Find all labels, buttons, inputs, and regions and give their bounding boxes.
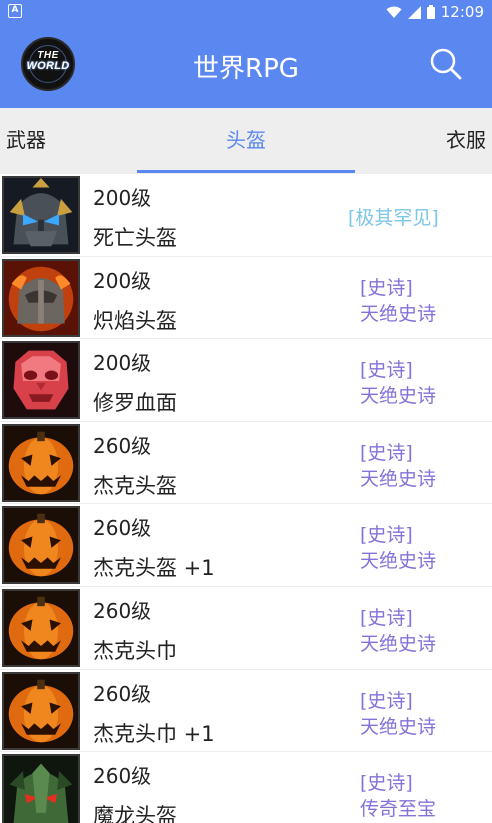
status-bar: A 12:09 — [0, 0, 492, 24]
item-rarity-subtitle: 天绝史诗 — [360, 385, 437, 408]
list-item[interactable]: 200级 死亡头盔 [极其罕见] — [0, 174, 492, 257]
item-name: 死亡头盔 — [93, 226, 177, 250]
item-rarity: [史诗] — [360, 689, 413, 712]
item-list: 200级 死亡头盔 [极其罕见] 200级 炽焰头盔 [史诗] 天绝史诗 200… — [0, 174, 492, 823]
list-item[interactable]: 260级 杰克头盔 [史诗] 天绝史诗 — [0, 422, 492, 505]
item-level: 200级 — [93, 186, 152, 210]
item-name: 炽焰头盔 — [93, 308, 177, 333]
clock: 12:09 — [440, 3, 484, 21]
item-rarity: [史诗] — [360, 772, 413, 795]
item-level: 260级 — [93, 433, 152, 458]
item-rarity-subtitle: 天绝史诗 — [360, 302, 437, 325]
app-title: 世界RPG — [193, 54, 299, 84]
item-level: 200级 — [93, 351, 152, 376]
death-helmet-icon — [2, 176, 80, 254]
tab-clothes[interactable]: 衣服 — [446, 126, 486, 154]
pumpkin-headscarf-icon — [2, 671, 80, 750]
signal-icon — [407, 5, 421, 19]
item-name: 修罗血面 — [93, 391, 177, 416]
item-name: 杰克头盔 — [93, 473, 177, 498]
wifi-icon — [386, 6, 402, 19]
item-rarity-subtitle: 天绝史诗 — [360, 550, 437, 573]
item-level: 260级 — [93, 516, 152, 541]
item-name: 杰克头巾 +1 — [93, 721, 215, 746]
asura-blood-mask-icon — [2, 341, 80, 420]
pumpkin-headscarf-icon — [2, 588, 80, 667]
item-rarity: [史诗] — [360, 606, 413, 629]
battery-icon — [426, 5, 435, 19]
item-name: 魔龙头盔 — [93, 804, 177, 823]
search-button[interactable] — [426, 44, 466, 84]
item-rarity-subtitle: 天绝史诗 — [360, 715, 437, 738]
item-rarity: [极其罕见] — [348, 207, 439, 229]
list-item[interactable]: 260级 杰克头巾 +1 [史诗] 天绝史诗 — [0, 670, 492, 753]
category-tabs: 武器 头盔 衣服 — [0, 108, 492, 174]
item-level: 260级 — [93, 681, 152, 706]
item-rarity: [史诗] — [360, 441, 413, 464]
item-rarity: [史诗] — [360, 359, 413, 382]
list-item[interactable]: 200级 修罗血面 [史诗] 天绝史诗 — [0, 339, 492, 422]
status-icons: 12:09 — [386, 2, 484, 22]
item-level: 260级 — [93, 764, 152, 789]
pumpkin-helmet-icon — [2, 423, 80, 502]
dragon-helmet-icon — [2, 754, 80, 823]
app-bar: THE WORLD 世界RPG — [0, 24, 492, 108]
list-item[interactable]: 260级 杰克头巾 [史诗] 天绝史诗 — [0, 587, 492, 670]
notification-icon: A — [8, 4, 22, 18]
item-rarity: [史诗] — [360, 276, 413, 299]
tab-helmets[interactable]: 头盔 — [0, 126, 492, 154]
list-item[interactable]: 200级 炽焰头盔 [史诗] 天绝史诗 — [0, 257, 492, 340]
item-rarity-subtitle: 天绝史诗 — [360, 632, 437, 655]
list-item[interactable]: 260级 杰克头盔 +1 [史诗] 天绝史诗 — [0, 504, 492, 587]
item-rarity-subtitle: 传奇至宝 — [360, 798, 437, 821]
blaze-helmet-icon — [2, 258, 80, 337]
item-rarity-subtitle: 天绝史诗 — [360, 467, 437, 490]
list-item[interactable]: 260级 魔龙头盔 [史诗] 传奇至宝 — [0, 752, 492, 823]
item-name: 杰克头盔 +1 — [93, 556, 215, 581]
tab-indicator — [137, 170, 355, 173]
search-icon — [430, 48, 462, 80]
item-rarity: [史诗] — [360, 524, 413, 547]
item-name: 杰克头巾 — [93, 638, 177, 663]
item-level: 260级 — [93, 598, 152, 623]
item-level: 200级 — [93, 268, 152, 293]
pumpkin-helmet-icon — [2, 506, 80, 585]
